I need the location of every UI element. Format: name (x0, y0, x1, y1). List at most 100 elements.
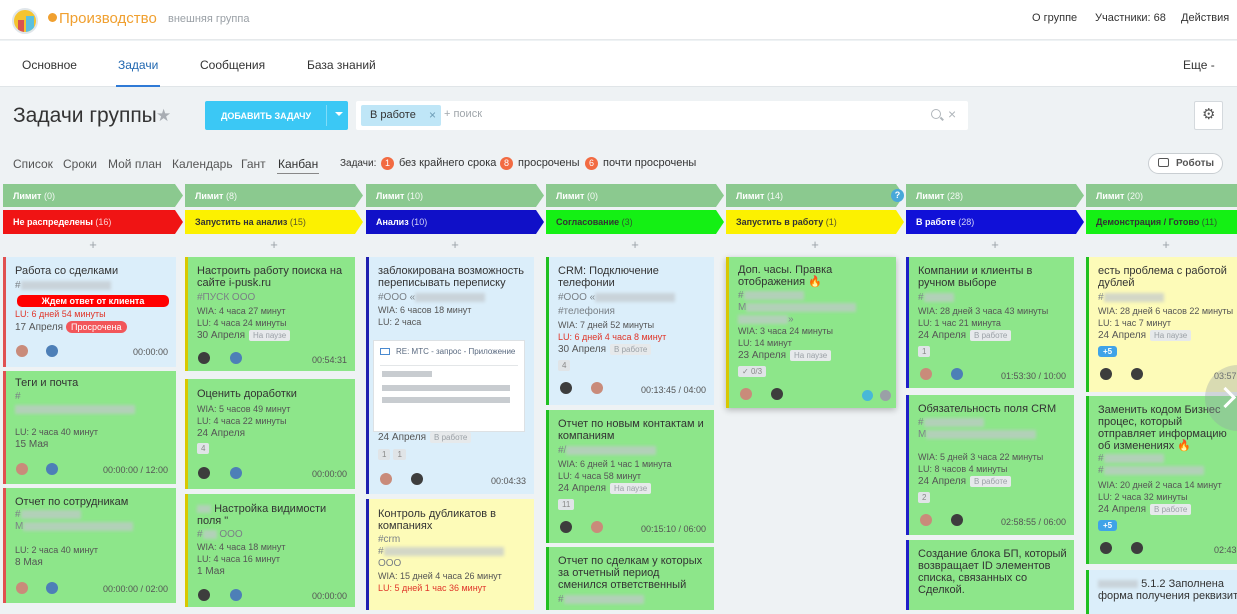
members-link[interactable]: Участники: 68 (1095, 12, 1166, 24)
star-icon[interactable]: ★ (156, 106, 171, 126)
avatar[interactable] (1131, 368, 1143, 380)
column-limit[interactable]: Лимит (10) (366, 184, 544, 207)
avatar[interactable] (46, 582, 58, 594)
avatar[interactable] (198, 352, 210, 364)
column-limit[interactable]: Лимит (20) (1086, 184, 1237, 207)
add-card-button[interactable]: + (906, 237, 1084, 252)
task-card[interactable]: Контроль дубликатов в компаниях #crm # О… (366, 499, 534, 610)
task-title[interactable]: Отчет по сотрудникам (15, 496, 128, 508)
close-icon[interactable]: × (429, 108, 436, 122)
task-title[interactable]: Компании и клиенты в ручном выборе (918, 265, 1068, 289)
task-title[interactable]: Настроить работу поиска на сайте i-pusk.… (197, 265, 352, 289)
view-deadlines[interactable]: Сроки (63, 157, 97, 171)
avatar[interactable] (380, 473, 392, 485)
pause-icon[interactable] (880, 390, 891, 401)
column-stage[interactable]: Не распределены (16) (3, 210, 183, 234)
task-title[interactable]: Обязательность поля CRM (918, 403, 1068, 415)
task-card[interactable]: Теги и почта # LU: 2 часа 40 минут 15 Ма… (3, 371, 176, 484)
task-card[interactable]: Настроить работу поиска на сайте i-pusk.… (185, 257, 355, 371)
task-card[interactable]: CRM: Подключение телефонии #ООО « #телеф… (546, 257, 714, 405)
task-title[interactable]: Контроль дубликатов в компаниях (378, 508, 528, 532)
task-card[interactable]: Компании и клиенты в ручном выборе # WIA… (906, 257, 1074, 388)
add-card-button[interactable]: + (185, 237, 363, 252)
column-limit[interactable]: Лимит (14) (726, 184, 904, 207)
tab-knowledge-base[interactable]: База знаний (307, 58, 376, 72)
add-card-button[interactable]: + (726, 237, 904, 252)
settings-button[interactable]: ⚙ (1194, 101, 1223, 130)
task-card[interactable]: Отчет по сделкам у которых за отчетный п… (546, 547, 714, 610)
task-title[interactable]: заблокирована возможность переписывать п… (378, 265, 533, 289)
avatar[interactable] (1131, 542, 1143, 554)
no-deadline-link[interactable]: без крайнего срока (399, 157, 496, 169)
avatar[interactable] (16, 582, 28, 594)
task-title[interactable]: Отчет по сделкам у которых за отчетный п… (558, 555, 708, 591)
task-title[interactable]: Настройка видимости поля " (197, 503, 352, 527)
avatar[interactable] (198, 589, 210, 601)
column-limit[interactable]: Лимит (0) (3, 184, 183, 207)
avatar[interactable] (951, 368, 963, 380)
avatar[interactable] (560, 521, 572, 533)
group-name[interactable]: Производство (59, 10, 157, 27)
more-menu[interactable]: Еще - (1183, 58, 1215, 72)
view-kanban[interactable]: Канбан (276, 157, 320, 174)
task-card[interactable]: Обязательность поля CRM # M WIA: 5 дней … (906, 395, 1074, 535)
no-deadline-count[interactable]: 1 (381, 157, 394, 170)
view-gantt[interactable]: Гант (241, 157, 266, 171)
avatar[interactable] (1100, 542, 1112, 554)
actions-link[interactable]: Действия (1181, 12, 1229, 24)
task-title[interactable]: Оценить доработки (197, 388, 297, 400)
avatar[interactable] (920, 368, 932, 380)
column-limit[interactable]: Лимит (28) (906, 184, 1084, 207)
avatar[interactable] (46, 345, 58, 357)
avatar[interactable] (560, 382, 572, 394)
avatar[interactable] (771, 388, 783, 400)
column-stage[interactable]: Запустить в работу (1) (726, 210, 904, 234)
avatar[interactable] (591, 382, 603, 394)
task-card[interactable]: Отчет по сотрудникам # M LU: 2 часа 40 м… (3, 488, 176, 603)
add-task-button[interactable]: ДОБАВИТЬ ЗАДАЧУ (205, 101, 348, 130)
play-icon[interactable] (862, 390, 873, 401)
add-card-button[interactable]: + (1086, 237, 1237, 252)
task-card[interactable]: Работа со сделками # Ждем ответ от клиен… (3, 257, 176, 367)
search-icon[interactable] (931, 109, 941, 119)
plus-badge[interactable]: +5 (1098, 520, 1118, 531)
view-my-plan[interactable]: Мой план (108, 157, 162, 171)
column-limit[interactable]: Лимит (8) (185, 184, 363, 207)
almost-overdue-count[interactable]: 6 (585, 157, 598, 170)
task-title[interactable]: CRM: Подключение телефонии (558, 265, 708, 289)
column-limit[interactable]: Лимит (0) (546, 184, 724, 207)
chevron-down-icon[interactable] (335, 112, 343, 116)
task-card[interactable]: Доп. часы. Правка отображения 🔥 # M » WI… (726, 257, 896, 408)
add-card-button[interactable]: + (366, 237, 544, 252)
column-stage[interactable]: Запустить на анализ (15) (185, 210, 363, 234)
task-card[interactable]: есть проблема с работой дублей # WIA: 28… (1086, 257, 1237, 392)
task-title[interactable]: есть проблема с работой дублей (1098, 265, 1237, 289)
clear-icon[interactable]: × (948, 106, 956, 122)
task-card[interactable]: 5.1.2 Заполнена форма получения реквизит (1086, 570, 1237, 614)
avatar[interactable] (740, 388, 752, 400)
avatar[interactable] (198, 467, 210, 479)
avatar[interactable] (230, 589, 242, 601)
view-calendar[interactable]: Календарь (172, 157, 233, 171)
avatar[interactable] (230, 467, 242, 479)
search-bar[interactable]: В работе × + поиск × (356, 101, 968, 130)
column-stage[interactable]: Согласование (3) (546, 210, 724, 234)
task-title[interactable]: Отчет по новым контактам и компаниям (558, 418, 708, 442)
task-card[interactable]: Оценить доработки WIA: 5 часов 49 минут … (185, 379, 355, 489)
task-card[interactable]: Отчет по новым контактам и компаниям #/ … (546, 410, 714, 543)
avatar[interactable] (411, 473, 423, 485)
task-card[interactable]: Настройка видимости поля " # ООО WIA: 4 … (185, 494, 355, 607)
task-title[interactable]: Теги и почта (15, 377, 78, 389)
avatar[interactable] (1100, 368, 1112, 380)
task-card[interactable]: Создание блока БП, который возвращает ID… (906, 540, 1074, 610)
column-stage[interactable]: Анализ (10) (366, 210, 544, 234)
help-icon[interactable]: ? (891, 189, 904, 202)
tab-messages[interactable]: Сообщения (200, 58, 265, 72)
avatar[interactable] (46, 463, 58, 475)
tab-tasks[interactable]: Задачи (115, 58, 161, 87)
column-stage[interactable]: В работе (28) (906, 210, 1084, 234)
avatar[interactable] (230, 352, 242, 364)
robots-button[interactable]: Роботы (1148, 153, 1223, 174)
overdue-link[interactable]: просрочены (518, 157, 580, 169)
group-logo[interactable] (12, 8, 38, 34)
